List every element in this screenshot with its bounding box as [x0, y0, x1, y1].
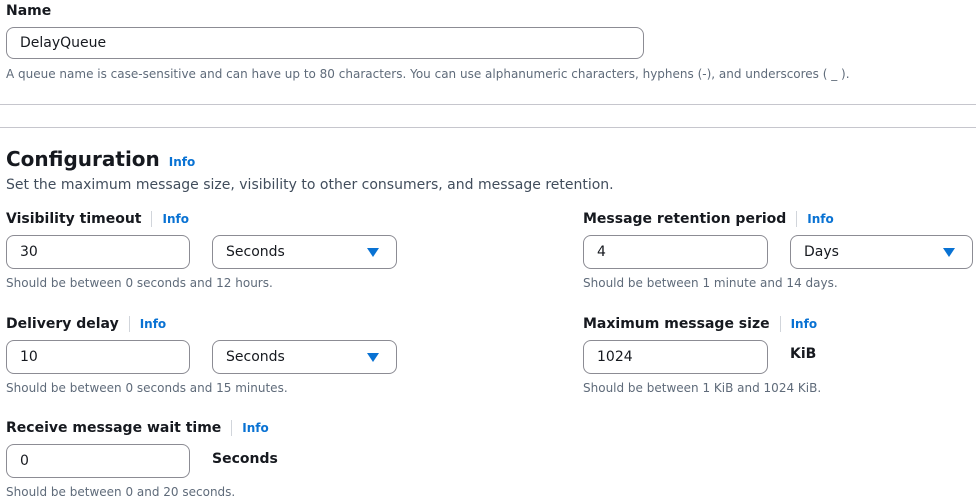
- message-retention-label: Message retention period: [583, 211, 787, 227]
- info-separator: [779, 316, 781, 332]
- message-retention-input[interactable]: 4: [583, 235, 768, 269]
- divider-bottom: [0, 127, 976, 128]
- configuration-title: Configuration: [6, 147, 160, 171]
- divider-top: [0, 104, 976, 105]
- max-message-size-hint: Should be between 1 KiB and 1024 KiB.: [583, 381, 822, 395]
- receive-wait-time-hint: Should be between 0 and 20 seconds.: [6, 485, 236, 499]
- configuration-header: Configuration Info: [6, 147, 195, 171]
- receive-wait-time-input[interactable]: 0: [6, 444, 190, 478]
- receive-wait-time-label: Receive message wait time: [6, 420, 222, 436]
- delivery-delay-info-link[interactable]: Info: [140, 317, 166, 331]
- configuration-description: Set the maximum message size, visibility…: [6, 177, 614, 193]
- delivery-delay-unit-select[interactable]: Seconds: [212, 340, 397, 374]
- delivery-delay-input[interactable]: 10: [6, 340, 190, 374]
- info-separator: [128, 316, 130, 332]
- max-message-size-unit: KiB: [790, 346, 817, 362]
- message-retention-unit-select[interactable]: Days: [790, 235, 973, 269]
- delivery-delay-hint: Should be between 0 seconds and 15 minut…: [6, 381, 288, 395]
- max-message-size-input[interactable]: 1024: [583, 340, 768, 374]
- caret-down-icon: [367, 248, 379, 257]
- delivery-delay-unit-value: Seconds: [226, 349, 285, 365]
- visibility-timeout-hint: Should be between 0 seconds and 12 hours…: [6, 276, 273, 290]
- configuration-info-link[interactable]: Info: [169, 155, 195, 169]
- delivery-delay-label-row: Delivery delay Info: [6, 316, 166, 332]
- visibility-timeout-unit-value: Seconds: [226, 244, 285, 260]
- receive-wait-time-unit: Seconds: [212, 451, 278, 467]
- queue-name-input[interactable]: DelayQueue: [6, 27, 644, 59]
- name-label: Name: [6, 3, 52, 19]
- caret-down-icon: [943, 248, 955, 257]
- info-separator: [796, 211, 798, 227]
- message-retention-info-link[interactable]: Info: [807, 212, 833, 226]
- max-message-size-info-link[interactable]: Info: [791, 317, 817, 331]
- info-separator: [231, 420, 233, 436]
- visibility-timeout-info-link[interactable]: Info: [162, 212, 188, 226]
- name-hint: A queue name is case-sensitive and can h…: [6, 67, 850, 81]
- message-retention-label-row: Message retention period Info: [583, 211, 834, 227]
- message-retention-hint: Should be between 1 minute and 14 days.: [583, 276, 838, 290]
- max-message-size-label: Maximum message size: [583, 316, 770, 332]
- visibility-timeout-unit-select[interactable]: Seconds: [212, 235, 397, 269]
- info-separator: [151, 211, 153, 227]
- caret-down-icon: [367, 353, 379, 362]
- message-retention-unit-value: Days: [804, 244, 839, 260]
- receive-wait-time-info-link[interactable]: Info: [242, 421, 268, 435]
- visibility-timeout-input[interactable]: 30: [6, 235, 190, 269]
- max-message-size-label-row: Maximum message size Info: [583, 316, 817, 332]
- receive-wait-time-label-row: Receive message wait time Info: [6, 420, 269, 436]
- visibility-timeout-label: Visibility timeout: [6, 211, 142, 227]
- delivery-delay-label: Delivery delay: [6, 316, 119, 332]
- visibility-timeout-label-row: Visibility timeout Info: [6, 211, 189, 227]
